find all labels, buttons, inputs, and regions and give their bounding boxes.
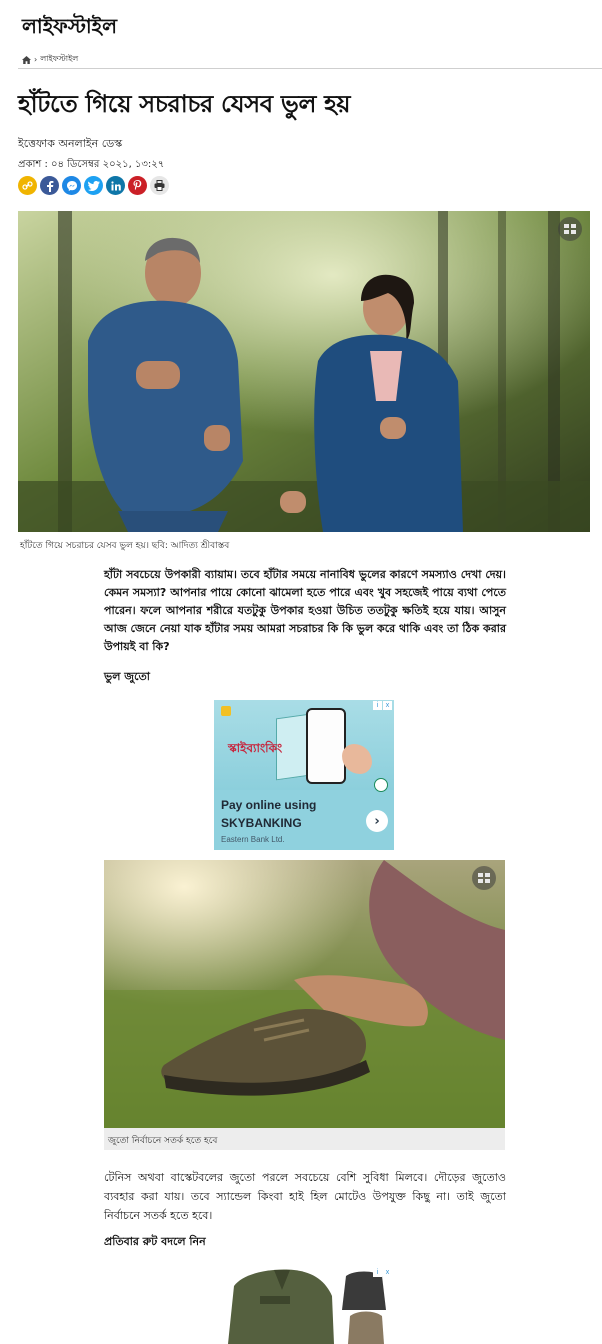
ad-advertiser: Eastern Bank Ltd. <box>221 835 285 844</box>
ad-banner-artwork: স্কাইব্যাংকিং <box>214 700 394 792</box>
header-divider <box>18 68 602 69</box>
facebook-icon[interactable] <box>40 176 59 195</box>
ad-brand-text: স্কাইব্যাংকিং <box>228 741 283 755</box>
share-bar <box>18 176 169 195</box>
ad-info-icon[interactable]: i <box>373 1268 382 1277</box>
linkedin-icon[interactable] <box>106 176 125 195</box>
ad-choices[interactable]: i x <box>373 1268 392 1277</box>
link-icon[interactable] <box>18 176 37 195</box>
hero-image[interactable] <box>18 211 590 532</box>
article-headline: হাঁটতে গিয়ে সচরাচর যেসব ভুল হয় <box>18 90 351 118</box>
hand-illustration <box>342 744 372 774</box>
ad-close-icon[interactable]: x <box>383 1268 392 1277</box>
breadcrumb-current[interactable]: লাইফস্টাইল <box>40 53 78 66</box>
ad-cta-line1: Pay online using <box>221 798 317 812</box>
bank-logo-icon <box>221 706 231 716</box>
lead-paragraph: হাঁটা সবচেয়ে উপকারী ব্যায়াম। তবে হাঁটা… <box>104 568 506 653</box>
ad-close-icon[interactable]: x <box>383 701 392 710</box>
messenger-icon[interactable] <box>62 176 81 195</box>
print-icon[interactable] <box>150 176 169 195</box>
ad-cta-line2: SKYBANKING <box>221 816 302 830</box>
hero-caption: হাঁটতে গিয়ে সচরাচর যেসব ভুল হয়। ছবি: আ… <box>20 541 230 551</box>
twitter-icon[interactable] <box>84 176 103 195</box>
body-paragraph: টেনিস অথবা বাস্কেটবলের জুতো পরলে সবচেয়ে… <box>104 1171 506 1222</box>
ad-choices[interactable]: i x <box>373 701 392 710</box>
article-author: ইত্তেফাক অনলাইন ডেস্ক <box>18 137 123 150</box>
badge-icon <box>374 778 388 792</box>
subhead-change-route: প্রতিবার রুট বদলে নিন <box>104 1235 206 1248</box>
section-title[interactable]: লাইফস্টাইল <box>22 12 117 45</box>
gallery-icon[interactable] <box>558 217 582 241</box>
phone-illustration <box>306 708 346 784</box>
subhead-wrong-shoes: ভুল জুতো <box>104 670 150 683</box>
gallery-icon[interactable] <box>472 866 496 890</box>
ad-banner-skybanking[interactable]: স্কাইব্যাংকিং Pay online using SKYBANKIN… <box>214 700 394 850</box>
pinterest-icon[interactable] <box>128 176 147 195</box>
article-publish-date: প্রকাশ : ০৪ ডিসেম্বর ২০২১, ১৩:২৭ <box>18 159 165 170</box>
ad-banner-apparel[interactable]: i x <box>214 1266 394 1344</box>
ad-arrow-button[interactable]: › <box>366 810 388 832</box>
breadcrumb-separator: › <box>34 55 38 64</box>
ad-info-icon[interactable]: i <box>373 701 382 710</box>
shoe-photo-caption: জুতো নির্বাচনে সতর্ক হতে হবে <box>104 1128 505 1150</box>
breadcrumb: › লাইফস্টাইল <box>22 53 78 66</box>
home-icon[interactable] <box>22 55 31 64</box>
shoe-photo[interactable] <box>104 860 505 1128</box>
